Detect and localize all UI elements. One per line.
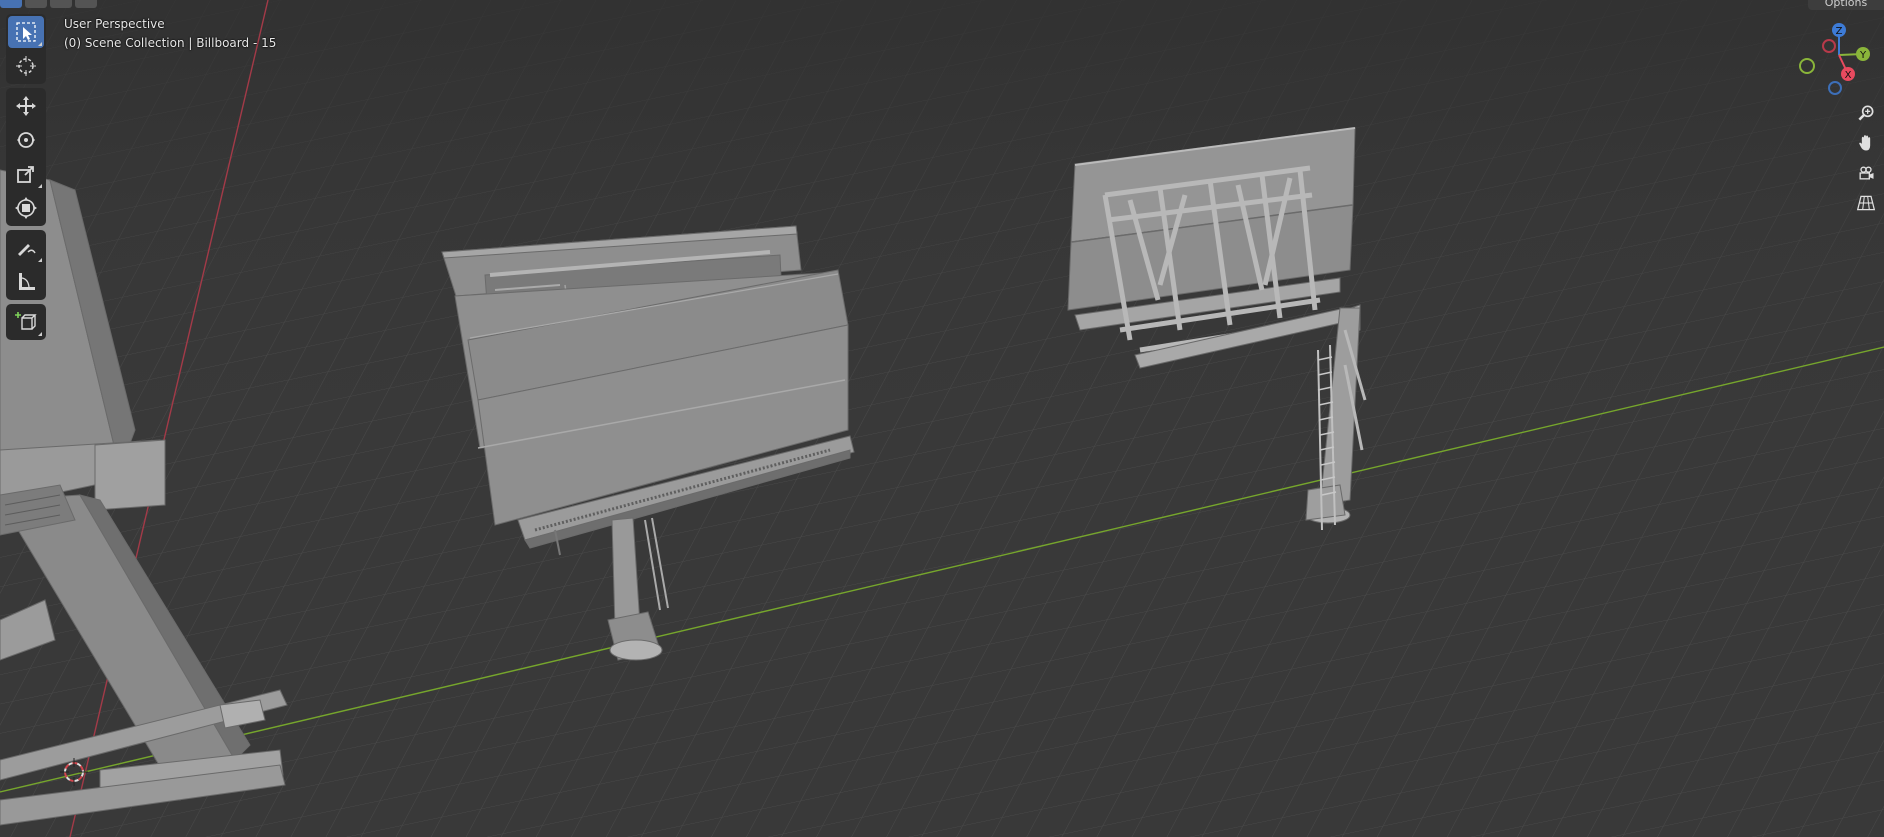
navigation-controls <box>1848 100 1884 216</box>
measure-tool[interactable] <box>8 266 44 298</box>
select-mode-new-button[interactable] <box>0 0 22 8</box>
tool-group-annotate <box>6 230 46 300</box>
gizmo-x-label: X <box>1845 70 1852 81</box>
transform-icon <box>15 197 37 219</box>
tool-shelf <box>6 14 46 340</box>
cursor-tool[interactable] <box>8 50 44 82</box>
move-tool[interactable] <box>8 90 44 122</box>
3d-viewport[interactable]: Options User Perspective (0) Scene Colle… <box>0 0 1884 837</box>
zoom-button[interactable] <box>1853 100 1879 126</box>
tool-group-select <box>6 14 46 84</box>
select-mode-extend-button[interactable] <box>25 0 47 8</box>
camera-icon <box>1859 166 1874 180</box>
navigation-gizmo[interactable]: Z Y X <box>1790 18 1884 98</box>
move-icon <box>16 96 36 116</box>
pan-hand-icon <box>1859 135 1871 151</box>
cursor-icon <box>16 56 36 76</box>
ruler-icon <box>19 273 35 290</box>
transform-tool[interactable] <box>8 192 44 224</box>
gizmo-z-label: Z <box>1836 26 1843 37</box>
grid-view-icon <box>1856 195 1876 211</box>
scale-icon <box>17 166 34 183</box>
scene-canvas[interactable] <box>0 0 1884 837</box>
annotate-tool[interactable] <box>8 232 44 264</box>
select-mode-intersect-button[interactable] <box>75 0 97 8</box>
view-name-label: User Perspective <box>64 17 165 31</box>
select-mode-subtract-button[interactable] <box>50 0 72 8</box>
options-button[interactable]: Options <box>1808 0 1884 10</box>
select-box-tool[interactable] <box>8 16 44 48</box>
pan-button[interactable] <box>1853 130 1879 156</box>
header-mode-buttons <box>0 0 97 8</box>
rotate-tool[interactable] <box>8 124 44 156</box>
add-cube-tool[interactable] <box>8 306 44 338</box>
select-box-icon <box>16 22 36 42</box>
tool-group-add <box>6 304 46 340</box>
pencil-icon <box>18 244 36 256</box>
gizmo-y-label: Y <box>1859 50 1867 61</box>
gizmo-neg-z-axis <box>1828 81 1842 95</box>
gizmo-neg-x-axis <box>1822 39 1836 53</box>
gizmo-neg-y-axis <box>1799 58 1815 74</box>
collection-label: (0) Scene Collection | Billboard - 15 <box>64 36 277 50</box>
tool-group-transform <box>6 88 46 226</box>
add-cube-icon <box>15 312 37 330</box>
zoom-icon <box>1858 105 1874 121</box>
rotate-icon <box>17 132 35 148</box>
perspective-toggle-button[interactable] <box>1853 190 1879 216</box>
scale-tool[interactable] <box>8 158 44 190</box>
camera-view-button[interactable] <box>1853 160 1879 186</box>
